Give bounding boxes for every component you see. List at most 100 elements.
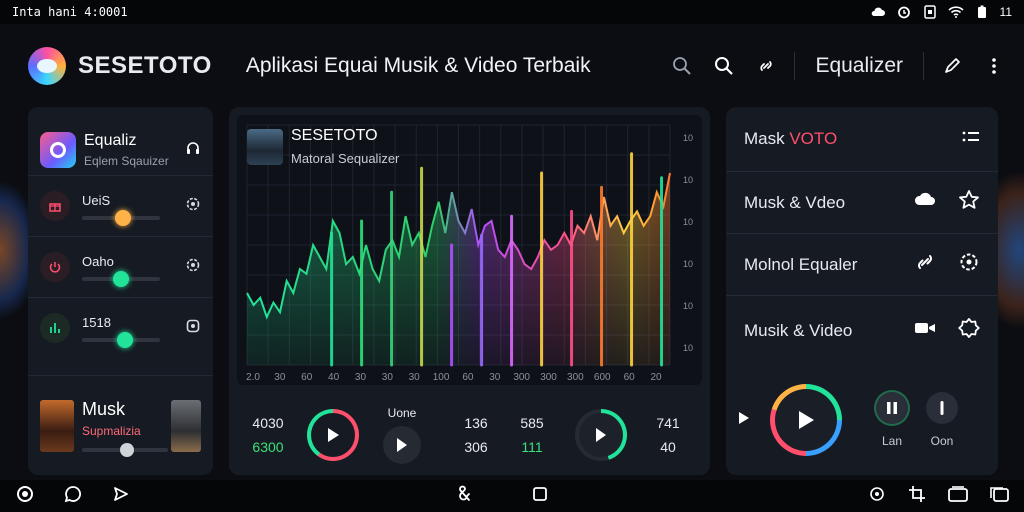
x-tick-label: 30 <box>355 372 367 383</box>
status-bar: Inta hani 4:0001 11 <box>0 0 1024 24</box>
center-panel: SESETOTO Matoral Sequalizer 2.0 30 60 40 30 3… <box>229 107 710 475</box>
now-playing-title: Musk <box>82 399 126 419</box>
star-icon[interactable] <box>958 189 980 216</box>
chat-icon[interactable] <box>64 485 82 508</box>
app-logo <box>28 47 66 85</box>
settings-icon[interactable] <box>185 318 201 339</box>
progress-thumb[interactable] <box>120 443 134 457</box>
y-tick-label: 10 <box>683 175 693 185</box>
multiwindow-icon[interactable] <box>990 486 1010 507</box>
gift-icon <box>40 191 70 221</box>
y-tick-label: 10 <box>683 301 693 311</box>
artist-photo <box>171 399 201 452</box>
play-small-icon[interactable] <box>738 411 750 430</box>
slider-track[interactable] <box>82 331 160 348</box>
x-tick-label: 40 <box>328 372 340 383</box>
more-vert-icon[interactable] <box>980 52 1008 80</box>
settings-icon[interactable] <box>185 196 201 217</box>
visualizer-subtitle: Matoral Sequalizer <box>291 151 400 166</box>
main-play-button[interactable] <box>770 384 842 456</box>
stat-value: 4030 <box>252 415 284 431</box>
gear-icon[interactable] <box>958 251 980 278</box>
x-tick-label: 2.0 <box>246 372 260 383</box>
y-tick-label: 10 <box>683 343 693 353</box>
x-tick-label: 60 <box>624 372 636 383</box>
stat-value: 306 <box>464 439 488 455</box>
home-icon[interactable] <box>16 485 34 508</box>
menu-item[interactable]: Mask VOTO <box>726 107 998 171</box>
stat-value: 111 <box>521 439 543 455</box>
pause-icon <box>887 402 897 414</box>
slider-label: Oaho <box>82 253 114 269</box>
settings-icon[interactable] <box>185 257 201 278</box>
stat-value: 741 <box>656 415 680 431</box>
play-button[interactable] <box>307 409 359 461</box>
app-bar: SESETOTO Aplikasi Equai Musik & Video Te… <box>28 36 1008 96</box>
stop-button[interactable] <box>926 392 958 424</box>
ampersand-icon[interactable] <box>456 485 472 508</box>
menu-item-label: Mask VOTO <box>744 129 838 148</box>
visualizer-title: SESETOTO <box>291 127 378 144</box>
pause-button[interactable] <box>876 392 908 424</box>
play-button[interactable] <box>383 426 421 464</box>
headphones-icon[interactable] <box>185 140 201 161</box>
slider-track[interactable] <box>82 270 160 287</box>
link-icon[interactable] <box>752 52 780 80</box>
video-camera-icon[interactable] <box>914 320 936 341</box>
spectrum-visualizer: SESETOTO Matoral Sequalizer 2.0 30 60 40 30 3… <box>237 115 702 385</box>
list-icon[interactable] <box>962 130 980 149</box>
equalizer-app-header[interactable]: Equaliz Eqlem Sqauizer <box>28 107 213 175</box>
album-cover <box>40 399 74 452</box>
sim-icon <box>922 5 938 19</box>
x-tick-label: 60 <box>301 372 313 383</box>
search-icon[interactable] <box>710 52 738 80</box>
equalizer-title[interactable]: Equalizer <box>809 54 909 78</box>
slider-label: 1518 <box>82 314 111 330</box>
now-playing-subtitle: Supmalizia <box>82 424 141 438</box>
slider-thumb[interactable] <box>114 209 131 226</box>
x-tick-label: 600 <box>594 372 611 383</box>
stop-icon <box>940 401 944 415</box>
now-playing-card[interactable]: Musk Supmalizia <box>28 375 213 475</box>
play-button[interactable] <box>575 409 627 461</box>
location-icon[interactable] <box>868 485 886 508</box>
menu-item-label: Musk & Vdeo <box>744 192 846 212</box>
pause-label: Lan <box>881 434 903 448</box>
menu-item[interactable]: Musik & Video <box>726 295 998 365</box>
play-icon <box>596 428 606 442</box>
overview-icon[interactable] <box>532 486 548 507</box>
x-tick-label: 300 <box>513 372 530 383</box>
right-panel: Mask VOTO Musk & Vdeo Molnol Equaler Mus… <box>726 107 998 475</box>
stop-label: Oon <box>930 434 954 448</box>
divider <box>923 52 924 80</box>
stat-value: 6300 <box>252 439 284 455</box>
link-icon[interactable] <box>914 253 936 276</box>
crop-icon[interactable] <box>908 485 926 508</box>
edit-icon[interactable] <box>938 52 966 80</box>
player-controls: Lan Oon <box>726 365 998 475</box>
menu-item[interactable]: Molnol Equaler <box>726 233 998 295</box>
slider-thumb[interactable] <box>116 331 133 348</box>
alarm-icon <box>896 5 912 19</box>
equalizer-app-icon <box>40 132 76 168</box>
status-time: Inta hani 4:0001 <box>12 5 128 19</box>
system-nav-bar <box>0 480 1024 512</box>
slider-track[interactable] <box>82 209 160 226</box>
brand-name: SESETOTO <box>78 52 212 79</box>
stat-value: 136 <box>464 415 488 431</box>
cloud-icon[interactable] <box>914 191 936 214</box>
battery-icon <box>974 5 990 19</box>
left-panel-subtitle: Eqlem Sqauizer <box>84 154 169 168</box>
y-tick-label: 10 <box>683 133 693 143</box>
send-icon[interactable] <box>112 485 130 508</box>
slider-row: 1518 <box>28 297 213 358</box>
x-tick-label: 30 <box>409 372 421 383</box>
slider-thumb[interactable] <box>113 270 129 287</box>
x-tick-label: 300 <box>567 372 584 383</box>
zoom-icon[interactable] <box>668 52 696 80</box>
menu-item[interactable]: Musk & Vdeo <box>726 171 998 233</box>
playback-progress[interactable] <box>82 443 168 457</box>
stat-value: 40 <box>660 439 676 455</box>
badge-icon[interactable] <box>958 317 980 344</box>
window-icon[interactable] <box>948 485 968 507</box>
